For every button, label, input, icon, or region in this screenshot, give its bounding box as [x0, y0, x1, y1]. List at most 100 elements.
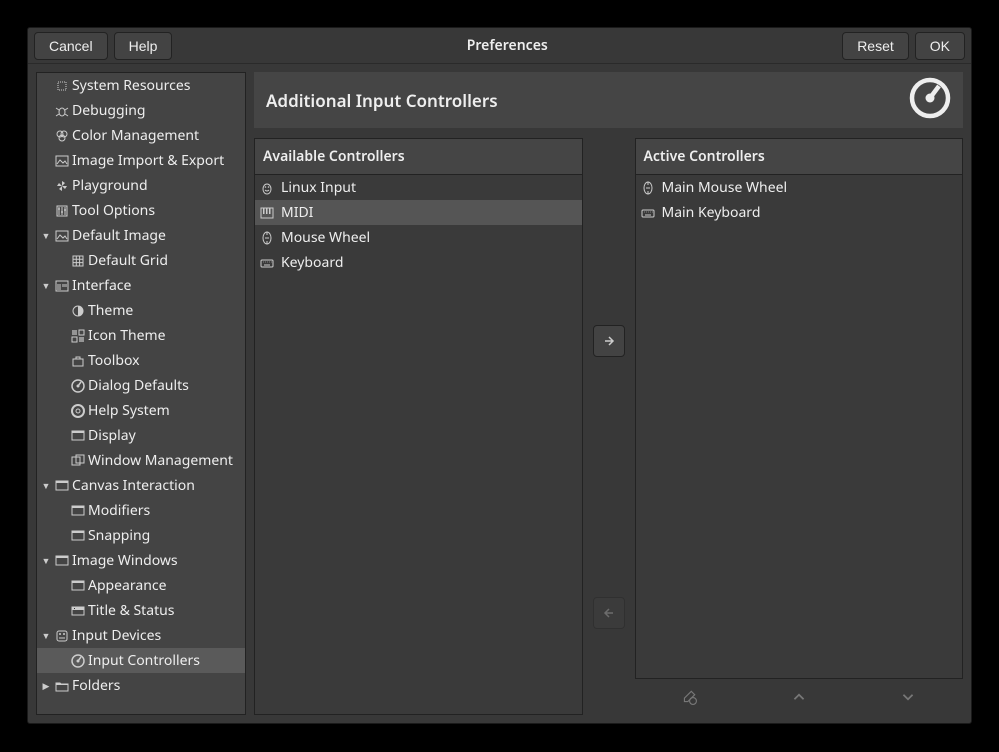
sidebar-item-label: Default Image [72, 226, 166, 245]
chevron-right-icon[interactable]: ▶ [39, 679, 53, 693]
sidebar-item[interactable]: Display [37, 423, 245, 448]
sidebar-item-label: Theme [88, 301, 133, 320]
available-column: Available Controllers Linux Input MIDI Mou… [254, 138, 583, 715]
sidebar-item[interactable]: Input Controllers [37, 648, 245, 673]
display-icon [70, 528, 86, 544]
midi-icon [259, 205, 275, 221]
sidebar-item[interactable]: Appearance [37, 573, 245, 598]
sidebar-item-label: Appearance [88, 576, 167, 595]
reset-button[interactable]: Reset [842, 32, 909, 60]
sidebar-item[interactable]: Toolbox [37, 348, 245, 373]
chevron-down-icon[interactable]: ▼ [39, 279, 53, 293]
sidebar-item[interactable]: Dialog Defaults [37, 373, 245, 398]
interface-icon [54, 278, 70, 294]
sidebar-item[interactable]: System Resources [37, 73, 245, 98]
available-header: Available Controllers [255, 139, 582, 175]
sidebar-item-label: Interface [72, 276, 131, 295]
tooloptions-icon [54, 203, 70, 219]
wheel-icon [259, 230, 275, 246]
keyboard-icon [259, 255, 275, 271]
available-list-body[interactable]: Linux Input MIDI Mouse Wheel Keyboard [255, 175, 582, 714]
active-list-body[interactable]: Main Mouse Wheel Main Keyboard [636, 175, 963, 678]
display-icon [54, 478, 70, 494]
ok-button[interactable]: OK [915, 32, 965, 60]
sidebar-tree[interactable]: System ResourcesDebugging Color Managemen… [36, 72, 246, 715]
available-list: Available Controllers Linux Input MIDI Mou… [254, 138, 583, 715]
sidebar-item-label: Help System [88, 401, 170, 420]
chevron-down-icon[interactable]: ▼ [39, 229, 53, 243]
image-icon [54, 153, 70, 169]
list-item[interactable]: Linux Input [255, 175, 582, 200]
list-item[interactable]: Main Mouse Wheel [636, 175, 963, 200]
sidebar-item-label: Image Import & Export [72, 151, 224, 170]
list-item-label: Main Keyboard [662, 203, 761, 222]
list-item[interactable]: Keyboard [255, 250, 582, 275]
sidebar-item[interactable]: Image Import & Export [37, 148, 245, 173]
sidebar-item-label: Color Management [72, 126, 199, 145]
circles-icon [54, 128, 70, 144]
display-icon [70, 578, 86, 594]
sidebar-item[interactable]: Icon Theme [37, 323, 245, 348]
sidebar-item[interactable]: Color Management [37, 123, 245, 148]
linux-icon [259, 180, 275, 196]
sidebar-item[interactable]: Playground [37, 173, 245, 198]
display-icon [54, 553, 70, 569]
list-item[interactable]: Mouse Wheel [255, 225, 582, 250]
inputdev-icon [54, 628, 70, 644]
icontheme-icon [70, 328, 86, 344]
help-icon [70, 403, 86, 419]
list-item[interactable]: Main Keyboard [636, 200, 963, 225]
help-button[interactable]: Help [114, 32, 173, 60]
list-item-label: Main Mouse Wheel [662, 178, 788, 197]
edit-controller-button[interactable] [675, 683, 703, 711]
move-down-button[interactable] [894, 683, 922, 711]
sidebar-item[interactable]: ▼ Default Image [37, 223, 245, 248]
chevron-down-icon[interactable]: ▼ [39, 479, 53, 493]
sidebar-item-label: Title & Status [88, 601, 175, 620]
dialog-title: Preferences [178, 36, 836, 55]
active-toolbar [635, 679, 964, 715]
move-up-button[interactable] [785, 683, 813, 711]
gauge-icon [70, 653, 86, 669]
grid-icon [70, 253, 86, 269]
cancel-button[interactable]: Cancel [34, 32, 108, 60]
list-item-label: Mouse Wheel [281, 228, 370, 247]
toolbox-icon [70, 353, 86, 369]
add-to-active-button[interactable] [593, 325, 625, 357]
sidebar-item[interactable]: Snapping [37, 523, 245, 548]
active-header: Active Controllers [636, 139, 963, 175]
sidebar-item-label: Input Devices [72, 626, 161, 645]
sidebar-item[interactable]: Theme [37, 298, 245, 323]
titlebar-icon [70, 603, 86, 619]
chevron-down-icon[interactable]: ▼ [39, 629, 53, 643]
sidebar-item[interactable]: ▼ Interface [37, 273, 245, 298]
sidebar-item[interactable]: Help System [37, 398, 245, 423]
sidebar-item[interactable]: Default Grid [37, 248, 245, 273]
display-icon [70, 503, 86, 519]
sidebar-item-label: Input Controllers [88, 651, 200, 670]
panel-title: Additional Input Controllers [266, 89, 899, 112]
chevron-down-icon[interactable]: ▼ [39, 554, 53, 568]
sidebar-item[interactable]: ▶Folders [37, 673, 245, 698]
sidebar-item[interactable]: Modifiers [37, 498, 245, 523]
sidebar-item[interactable]: ▼Canvas Interaction [37, 473, 245, 498]
sidebar-item[interactable]: Title & Status [37, 598, 245, 623]
content-panel: Additional Input Controllers Available C… [254, 72, 963, 715]
keyboard-icon [640, 205, 656, 221]
windows-icon [70, 453, 86, 469]
sidebar-item[interactable]: Window Management [37, 448, 245, 473]
sidebar-item[interactable]: ▼Image Windows [37, 548, 245, 573]
list-item[interactable]: MIDI [255, 200, 582, 225]
remove-from-active-button[interactable] [593, 597, 625, 629]
chip-icon [54, 78, 70, 94]
sidebar-item[interactable]: Tool Options [37, 198, 245, 223]
sidebar-item-label: Display [88, 426, 136, 445]
sidebar-item[interactable]: Debugging [37, 98, 245, 123]
wheel-icon [640, 180, 656, 196]
active-list: Active Controllers Main Mouse WheelMain … [635, 138, 964, 679]
sidebar-item[interactable]: ▼ Input Devices [37, 623, 245, 648]
list-item-label: Linux Input [281, 178, 356, 197]
preferences-dialog: Cancel Help Preferences Reset OK System … [27, 27, 972, 724]
gauge-icon [909, 77, 951, 124]
sidebar-item-label: Tool Options [72, 201, 155, 220]
